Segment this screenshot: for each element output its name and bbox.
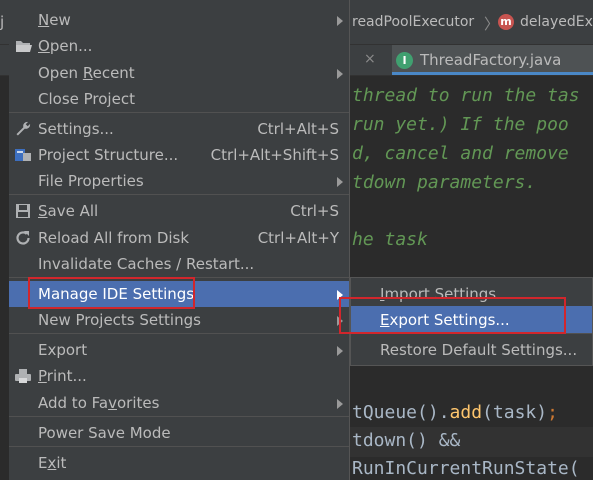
shortcut-label: Ctrl+Alt+S	[257, 120, 339, 138]
menu-item-label: Settings...	[38, 120, 114, 138]
menu-item-label: New	[38, 11, 71, 29]
interface-icon: I	[396, 52, 413, 69]
menu-item-label: Invalidate Caches / Restart...	[38, 255, 255, 273]
code-line: thread to run the tas	[352, 85, 580, 106]
menu-item-label: Open Recent	[38, 64, 135, 82]
ide-window: j readPoolExecutor 〉 m delayedEx × I Thr…	[0, 0, 593, 480]
menu-item-label: Reload All from Disk	[38, 229, 190, 247]
menu-separator	[9, 194, 349, 195]
tab-label[interactable]: ThreadFactory.java	[420, 51, 561, 69]
menu-item-label: Project Structure...	[38, 146, 179, 164]
submenu-arrow-icon	[337, 346, 343, 356]
menu-item-open-recent[interactable]: Open Recent	[9, 60, 349, 86]
close-tab-icon[interactable]: ×	[364, 51, 376, 67]
menu-item-project-structure[interactable]: Project Structure... Ctrl+Alt+Shift+S	[9, 142, 349, 168]
submenu-arrow-icon	[337, 69, 343, 79]
breadcrumb-method[interactable]: delayedEx	[520, 14, 593, 30]
menu-separator	[9, 112, 349, 113]
folder-icon	[14, 37, 32, 55]
project-structure-icon	[14, 146, 32, 164]
menu-item-new-projects-settings[interactable]: New Projects Settings	[9, 307, 349, 333]
menu-item-label: Exit	[38, 454, 67, 472]
print-icon	[14, 367, 32, 385]
reload-icon	[14, 229, 32, 247]
menu-separator	[9, 333, 349, 334]
highlight-box-manage-settings	[28, 277, 195, 309]
menu-item-label: Save All	[38, 202, 99, 220]
menu-item-label: New Projects Settings	[38, 311, 201, 329]
menu-item-settings[interactable]: Settings... Ctrl+Alt+S	[9, 116, 349, 142]
code-line: he task	[352, 229, 428, 250]
menu-item-file-properties[interactable]: File Properties	[9, 168, 349, 194]
menu-item-label: File Properties	[38, 172, 144, 190]
method-icon: m	[498, 14, 514, 30]
menu-item-label: Open...	[38, 37, 93, 55]
menu-item-new[interactable]: New	[9, 7, 349, 33]
code-line: d, cancel and remove	[352, 143, 569, 164]
menu-item-export[interactable]: Export	[9, 337, 349, 363]
menu-item-label: Add to Favorites	[38, 394, 160, 412]
shortcut-label: Ctrl+Alt+Shift+S	[210, 146, 339, 164]
file-menu: New Open... Open Recent Close Project Settin…	[9, 0, 350, 480]
code-line: tdown parameters.	[352, 172, 537, 193]
menu-item-power-save-mode[interactable]: Power Save Mode	[9, 420, 349, 446]
submenu-item-restore-default-settings[interactable]: Restore Default Settings...	[351, 336, 592, 363]
breadcrumb-class[interactable]: readPoolExecutor	[352, 14, 474, 30]
menu-item-open[interactable]: Open...	[9, 33, 349, 59]
menu-item-reload-all-from-disk[interactable]: Reload All from Disk Ctrl+Alt+Y	[9, 225, 349, 251]
menu-separator	[9, 416, 349, 417]
menu-item-invalidate-caches-restart[interactable]: Invalidate Caches / Restart...	[9, 251, 349, 277]
project-initial: j	[0, 13, 5, 31]
menu-item-label: Power Save Mode	[38, 424, 171, 442]
menu-item-print[interactable]: Print...	[9, 363, 349, 389]
submenu-arrow-icon	[337, 16, 343, 26]
code-line: tdown() &&	[352, 430, 461, 451]
menu-item-save-all[interactable]: Save All Ctrl+S	[9, 198, 349, 224]
menu-item-label: Close Project	[38, 90, 135, 108]
menu-separator	[9, 446, 349, 447]
submenu-item-label: Restore Default Settings...	[380, 341, 578, 359]
highlight-box-export-settings	[339, 297, 566, 334]
code-line: tQueue().add(task);	[352, 402, 558, 423]
menu-item-label: Export	[38, 341, 88, 359]
breadcrumb-separator: 〉	[484, 15, 500, 33]
code-line: run yet.) If the poo	[352, 114, 569, 135]
shortcut-label: Ctrl+Alt+Y	[257, 229, 339, 247]
save-icon	[14, 202, 32, 220]
menu-item-exit[interactable]: Exit	[9, 450, 349, 476]
menu-item-close-project[interactable]: Close Project	[9, 86, 349, 112]
menu-item-label: Print...	[38, 367, 87, 385]
wrench-icon	[14, 120, 32, 138]
shortcut-label: Ctrl+S	[290, 202, 339, 220]
menu-item-add-to-favorites[interactable]: Add to Favorites	[9, 390, 349, 416]
code-line: RunInCurrentRunState(	[352, 458, 580, 479]
submenu-arrow-icon	[337, 177, 343, 187]
submenu-arrow-icon	[337, 399, 343, 409]
